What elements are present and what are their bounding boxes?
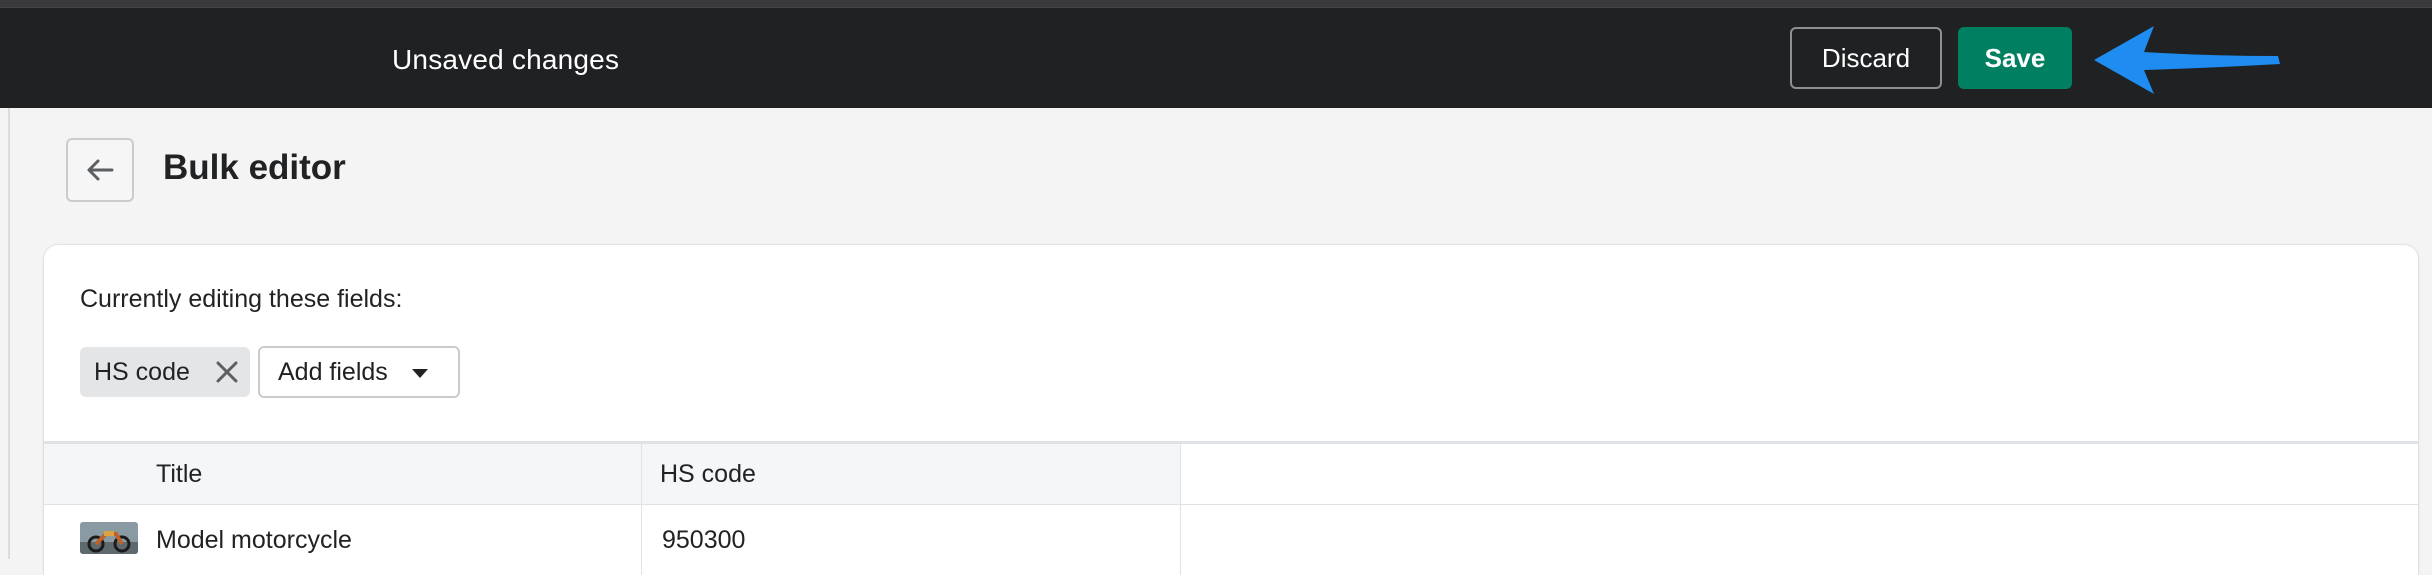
add-fields-button[interactable]: Add fields (258, 346, 460, 398)
discard-button[interactable]: Discard (1790, 27, 1942, 89)
field-tag-label: HS code (94, 357, 190, 386)
page-header: Bulk editor (0, 108, 2432, 238)
column-header-empty (1180, 444, 2418, 504)
hs-code-cell[interactable]: 950300 (641, 505, 1180, 575)
bulk-editor-card: Currently editing these fields: HS code … (44, 245, 2418, 575)
empty-cell (1180, 505, 2418, 575)
add-fields-label: Add fields (278, 357, 388, 386)
arrow-left-icon (87, 159, 114, 181)
page-title: Bulk editor (163, 148, 346, 187)
column-header-hs-code[interactable]: HS code (641, 444, 1180, 504)
column-header-title-label: Title (156, 459, 203, 488)
column-header-hs-code-label: HS code (660, 459, 756, 488)
editing-fields-label: Currently editing these fields: (80, 285, 403, 313)
motorcycle-thumbnail (80, 522, 138, 554)
column-header-title[interactable]: Title (44, 444, 641, 504)
table-row-title-cell: Model motorcycle (44, 505, 641, 575)
browser-chrome-edge (0, 0, 2432, 7)
product-title: Model motorcycle (156, 525, 352, 554)
hs-code-value: 950300 (662, 525, 746, 554)
field-tag-hs-code: HS code (80, 347, 250, 397)
close-icon[interactable] (214, 359, 240, 385)
annotation-arrow-icon (2094, 26, 2280, 94)
back-button[interactable] (66, 138, 134, 202)
save-button[interactable]: Save (1958, 27, 2072, 89)
caret-down-icon (412, 369, 428, 378)
unsaved-changes-message: Unsaved changes (392, 44, 620, 75)
contextual-save-bar: Unsaved changes Discard Save (0, 7, 2432, 108)
